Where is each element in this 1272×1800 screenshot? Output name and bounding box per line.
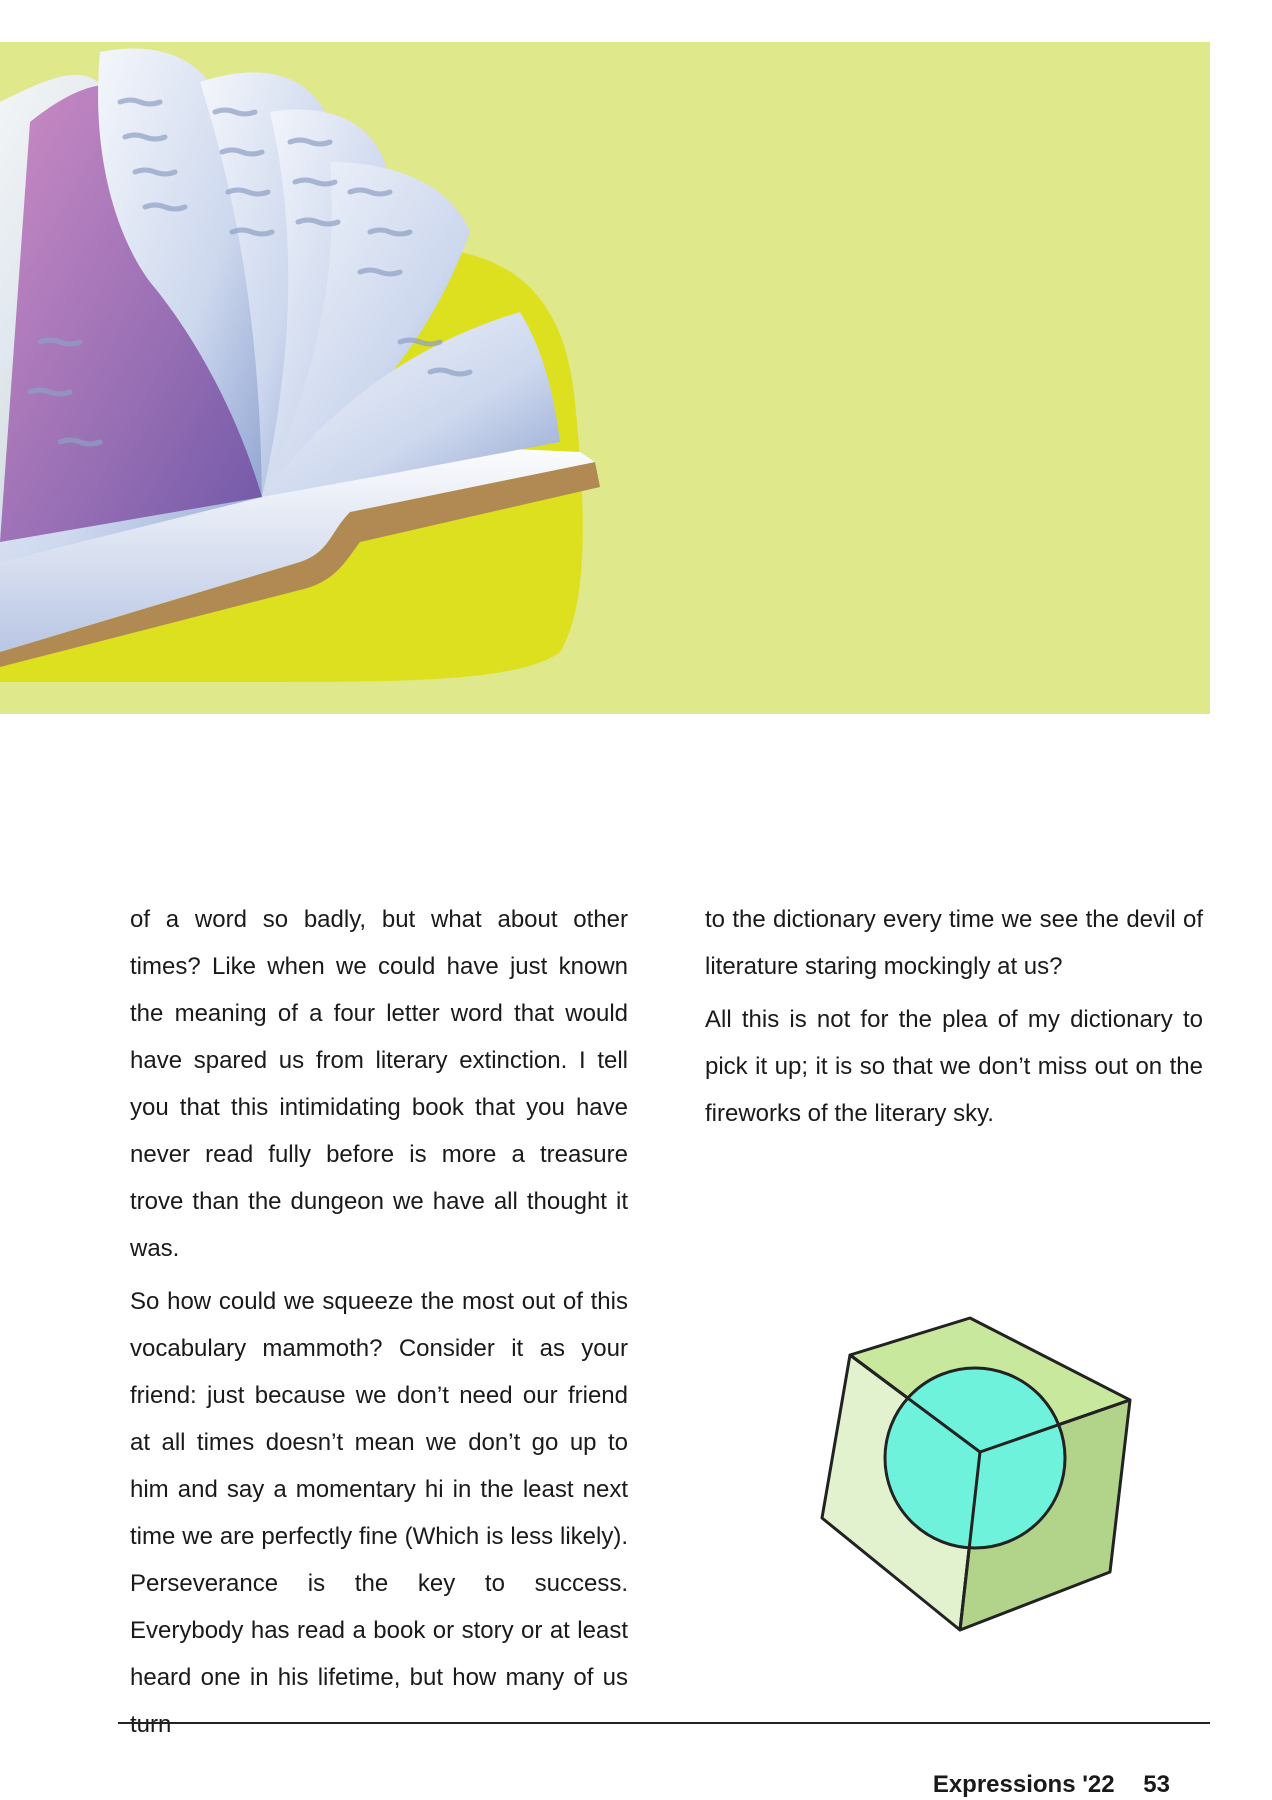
article-paragraph: All this is not for the plea of my dicti… <box>705 1006 1203 1127</box>
cube-with-sphere-illustration <box>820 1316 1132 1632</box>
article-right-column: to the dictionary every time we see the … <box>705 896 1203 1143</box>
article-paragraph: So how could we squeeze the most out of … <box>130 1288 628 1738</box>
article-paragraph: to the dictionary every time we see the … <box>705 906 1203 980</box>
publication-name: Expressions '22 <box>932 1771 1115 1798</box>
page-footer: Expressions '22 53 <box>933 1770 1170 1800</box>
page-number: 53 <box>1143 1771 1170 1798</box>
footer-divider <box>118 1722 1210 1724</box>
article-paragraph: of a word so badly, but what about other… <box>130 906 628 1262</box>
open-book-illustration <box>0 48 600 682</box>
article-left-column: of a word so badly, but what about other… <box>130 896 628 1754</box>
header-banner <box>0 42 1210 714</box>
